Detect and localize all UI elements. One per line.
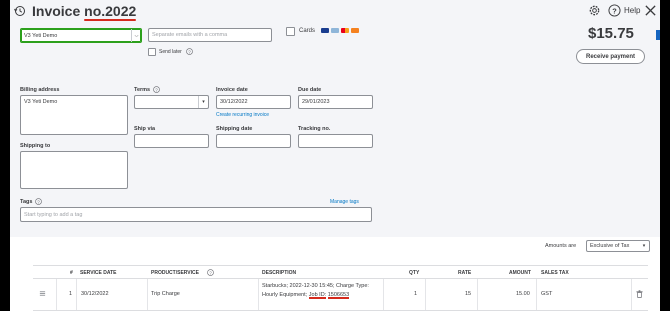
info-icon[interactable]: ? <box>207 269 214 276</box>
cards-label: Cards <box>299 28 316 34</box>
column-divider <box>258 279 259 310</box>
invoice-date-field[interactable]: 30/12/2022 <box>216 95 291 109</box>
col-qty: QTY <box>409 270 420 276</box>
row-service-date[interactable]: 30/12/2022 <box>81 291 109 297</box>
due-date-value: 29/01/2023 <box>302 99 330 105</box>
chevron-down-icon: ▾ <box>642 243 646 249</box>
cards-checkbox[interactable] <box>286 27 295 36</box>
chevron-down-icon: ▾ <box>198 96 208 108</box>
col-sales-tax: SALES TAX <box>541 270 569 276</box>
tracking-no-field[interactable] <box>298 134 373 148</box>
billing-address-value: V3 Yeti Demo <box>24 99 58 105</box>
column-divider <box>56 279 57 310</box>
table-header: # SERVICE DATE PRODUCT/SERVICE ? DESCRIP… <box>33 265 648 279</box>
invoice-date-label: Invoice date <box>216 87 248 93</box>
billing-address-field[interactable]: V3 Yeti Demo <box>20 95 128 135</box>
line-items-section: Amounts are Exclusive of Tax ▾ # SERVICE… <box>10 237 660 311</box>
gear-icon[interactable] <box>588 4 601 17</box>
send-later-label: Send later <box>159 49 182 55</box>
discover-icon <box>351 28 359 33</box>
ship-via-label: Ship via <box>134 126 156 132</box>
invoice-window: Invoice no.2022 ? Help V3 Yeti Demo ⌵ Se… <box>10 0 660 311</box>
balance-amount: $15.75 <box>588 25 634 42</box>
receive-payment-button[interactable]: Receive payment <box>576 49 645 64</box>
ship-via-field[interactable] <box>134 134 209 148</box>
row-num: 1 <box>69 291 73 297</box>
column-divider <box>536 279 537 310</box>
amounts-are-label: Amounts are <box>545 243 577 249</box>
page-title: Invoice no.2022 <box>32 3 136 19</box>
job-id-label: Job ID: <box>308 291 327 298</box>
row-rate[interactable]: 15 <box>465 291 471 297</box>
tags-input[interactable]: Start typing to add a tag <box>20 207 372 222</box>
amounts-are-select[interactable]: Exclusive of Tax ▾ <box>586 240 650 252</box>
info-icon[interactable]: ? <box>35 198 42 205</box>
help-label[interactable]: Help <box>624 6 640 15</box>
amex-icon <box>331 28 339 33</box>
svg-text:?: ? <box>37 199 40 204</box>
help-icon[interactable]: ? <box>608 4 621 17</box>
col-product: PRODUCT/SERVICE <box>151 270 199 276</box>
column-divider <box>477 279 478 310</box>
due-date-label: Due date <box>298 87 322 93</box>
title-prefix: Invoice <box>32 3 85 19</box>
svg-text:?: ? <box>209 270 212 275</box>
job-id-value: 1506653 <box>327 291 350 298</box>
info-icon[interactable]: ? <box>186 48 193 55</box>
trash-icon[interactable] <box>636 290 643 298</box>
col-rate: RATE <box>458 270 472 276</box>
svg-text:?: ? <box>155 87 158 92</box>
shipping-date-label: Shipping date <box>216 126 253 132</box>
table-row[interactable]: 1 30/12/2022 Trip Charge Starbucks; 2022… <box>33 279 648 311</box>
drag-handle-icon[interactable] <box>39 290 46 297</box>
customer-value: V3 Yeti Demo <box>24 32 58 39</box>
terms-label: Terms <box>134 87 151 93</box>
scroll-indicator <box>656 30 660 40</box>
mastercard-icon <box>341 28 349 33</box>
svg-text:?: ? <box>188 49 191 54</box>
terms-select[interactable]: ▾ <box>134 95 209 109</box>
col-service-date: SERVICE DATE <box>80 270 117 276</box>
column-divider <box>631 279 632 310</box>
shipping-to-field[interactable] <box>20 151 128 189</box>
column-divider <box>147 279 148 310</box>
column-divider <box>425 279 426 310</box>
manage-tags-link[interactable]: Manage tags <box>330 199 359 205</box>
row-product[interactable]: Trip Charge <box>151 291 180 297</box>
shipping-to-label: Shipping to <box>20 143 51 149</box>
invoice-date-value: 30/12/2022 <box>220 99 248 105</box>
row-description[interactable]: Starbucks; 2022-12-30 15:45; Charge Type… <box>262 282 380 299</box>
col-description: DESCRIPTION <box>262 270 297 276</box>
send-later-checkbox[interactable] <box>148 48 156 56</box>
history-icon[interactable] <box>14 5 26 17</box>
shipping-date-field[interactable] <box>216 134 291 148</box>
info-icon[interactable]: ? <box>153 86 160 93</box>
due-date-field[interactable]: 29/01/2023 <box>298 95 373 109</box>
customer-select[interactable]: V3 Yeti Demo ⌵ <box>20 28 142 43</box>
col-num: # <box>70 270 73 276</box>
column-divider <box>76 279 77 310</box>
row-sales-tax[interactable]: GST <box>541 291 552 297</box>
billing-address-label: Billing address <box>20 87 60 93</box>
tags-placeholder: Start typing to add a tag <box>24 211 83 218</box>
visa-icon <box>321 28 329 33</box>
chevron-down-icon: ⌵ <box>131 29 141 42</box>
close-icon[interactable] <box>644 4 657 17</box>
invoice-number: no.2022 <box>84 3 137 19</box>
email-input[interactable]: Separate emails with a comma <box>148 28 272 42</box>
row-qty[interactable]: 1 <box>414 291 417 297</box>
amounts-are-value: Exclusive of Tax <box>590 243 630 249</box>
email-placeholder: Separate emails with a comma <box>152 32 228 38</box>
row-amount[interactable]: 15.00 <box>516 291 530 297</box>
tags-label: Tags <box>20 199 33 205</box>
tracking-no-label: Tracking no. <box>298 126 331 132</box>
svg-text:?: ? <box>612 6 617 15</box>
col-amount: AMOUNT <box>509 270 531 276</box>
create-recurring-link[interactable]: Create recurring invoice <box>216 112 269 118</box>
top-bar: Invoice no.2022 ? Help <box>10 0 660 22</box>
column-divider <box>383 279 384 310</box>
card-logos <box>321 28 359 33</box>
